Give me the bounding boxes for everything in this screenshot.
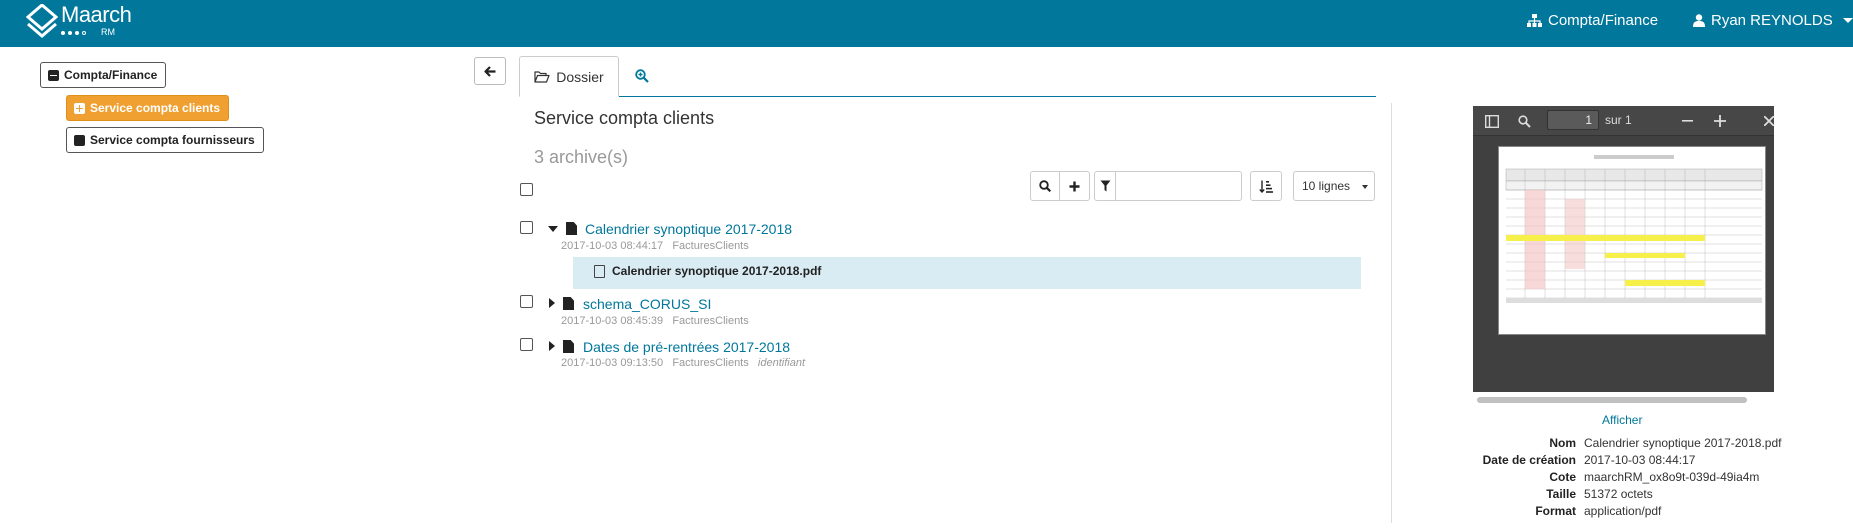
- details-values: Calendrier synoptique 2017-2018.pdf 2017…: [1584, 435, 1781, 520]
- tree-node-service-compta-fournisseurs[interactable]: Service compta fournisseurs: [66, 127, 264, 153]
- value-name: Calendrier synoptique 2017-2018.pdf: [1584, 436, 1782, 450]
- zoom-out-icon[interactable]: [1682, 120, 1693, 122]
- value-size: 51372 octets: [1584, 487, 1653, 501]
- tab-dossier[interactable]: Dossier: [519, 56, 619, 97]
- close-icon[interactable]: [1764, 116, 1774, 126]
- archive-date: 2017-10-03 09:13:50: [561, 357, 664, 369]
- archive-meta: 2017-10-03 09:13:50 FacturesClients iden…: [561, 357, 805, 369]
- caret-down-icon[interactable]: [548, 226, 558, 232]
- search-add-group: [1030, 171, 1090, 201]
- document-name[interactable]: Calendrier synoptique 2017-2018.pdf: [612, 264, 821, 278]
- chevron-down-icon: [1362, 185, 1368, 189]
- pdf-table-preview: [1505, 155, 1763, 303]
- lines-per-page-value: 10 lignes: [1302, 179, 1351, 193]
- viewer-horizontal-scrollbar[interactable]: [1477, 397, 1747, 403]
- value-cote: maarchRM_ox8o9t-039d-49ia4m: [1584, 470, 1760, 484]
- org-menu-label: Compta/Finance: [1548, 12, 1659, 29]
- label-name: Nom: [1549, 436, 1576, 450]
- archive-checkbox[interactable]: [520, 338, 533, 351]
- tab-search[interactable]: [635, 69, 649, 86]
- add-button[interactable]: [1060, 171, 1090, 201]
- logo-subtext: RM: [101, 27, 115, 37]
- filter-group: [1094, 171, 1242, 201]
- label-cote: Cote: [1549, 470, 1576, 484]
- value-created: 2017-10-03 08:44:17: [1584, 453, 1696, 467]
- archive-title-link[interactable]: schema_CORUS_SI: [583, 296, 711, 312]
- tree-node-label: Compta/Finance: [64, 68, 158, 82]
- file-icon: [563, 297, 574, 310]
- user-menu[interactable]: Ryan REYNOLDS: [1693, 12, 1853, 29]
- maarch-logo[interactable]: Maarch RM: [26, 2, 132, 38]
- archive-count: 3 archive(s): [534, 147, 629, 167]
- tabs-underline: [519, 96, 1376, 97]
- sort-amount-icon: [1259, 180, 1273, 193]
- tree-node-label: Service compta clients: [90, 101, 221, 115]
- caret-right-icon[interactable]: [549, 341, 555, 351]
- back-button[interactable]: [474, 57, 506, 85]
- archive-meta: 2017-10-03 08:45:39 FacturesClients: [561, 315, 749, 327]
- archive-checkbox[interactable]: [520, 295, 533, 308]
- details-labels: Nom Date de création Cote Taille Format: [1472, 435, 1576, 520]
- filter-icon: [1100, 180, 1110, 192]
- search-button[interactable]: [1030, 171, 1060, 201]
- tree-node-service-compta-clients[interactable]: Service compta clients: [66, 95, 230, 121]
- arrow-left-icon: [484, 65, 496, 77]
- tab-dossier-label: Dossier: [556, 68, 604, 85]
- pdf-page-thumbnail: [1498, 146, 1766, 335]
- zoom-in-icon[interactable]: [1714, 115, 1726, 127]
- file-icon: [566, 222, 577, 235]
- archive-profile: FacturesClients: [672, 315, 749, 327]
- expand-icon: [74, 102, 85, 114]
- label-created: Date de création: [1482, 453, 1576, 467]
- logo-text: Maarch: [61, 2, 132, 27]
- value-format: application/pdf: [1584, 504, 1662, 518]
- archive-profile: FacturesClients: [672, 240, 749, 252]
- square-icon: [74, 134, 85, 146]
- caret-right-icon[interactable]: [549, 298, 555, 308]
- user-icon: [1693, 14, 1705, 27]
- label-size: Taille: [1546, 487, 1576, 501]
- sitemap-icon: [1527, 14, 1542, 27]
- sidebar-toggle-icon[interactable]: [1485, 115, 1499, 128]
- archive-title-link[interactable]: Dates de pré-rentrées 2017-2018: [583, 339, 790, 355]
- tree-node-label: Service compta fournisseurs: [90, 133, 255, 147]
- filter-input[interactable]: [1116, 171, 1242, 201]
- archive-checkbox[interactable]: [520, 221, 533, 234]
- folder-title: Service compta clients: [534, 108, 715, 128]
- collapse-icon: [48, 69, 59, 81]
- archive-title-link[interactable]: Calendrier synoptique 2017-2018: [585, 221, 792, 237]
- chevron-down-icon: [1842, 18, 1853, 23]
- user-menu-label: Ryan REYNOLDS: [1711, 12, 1833, 29]
- label-format: Format: [1535, 504, 1576, 518]
- maarch-logo-icon: [26, 4, 58, 38]
- page-count: sur 1: [1605, 113, 1632, 127]
- page-number-input[interactable]: 1: [1547, 110, 1599, 130]
- file-o-icon: [594, 265, 605, 278]
- zoom-in-icon: [635, 69, 649, 83]
- search-icon[interactable]: [1518, 115, 1531, 128]
- archive-identifier: identifiant: [757, 357, 806, 369]
- pdf-toolbar: 1 sur 1: [1473, 106, 1774, 136]
- filter-button[interactable]: [1094, 171, 1116, 201]
- pdf-viewer[interactable]: 1 sur 1: [1473, 106, 1774, 392]
- plus-icon: [1069, 181, 1080, 191]
- tree-node-compta-finance[interactable]: Compta/Finance: [40, 62, 167, 88]
- archive-date: 2017-10-03 08:45:39: [561, 315, 664, 327]
- top-navbar: Maarch RM Compta/Finance Ryan REYNOLDS: [0, 0, 1853, 47]
- file-icon: [563, 340, 574, 353]
- lines-per-page-select[interactable]: 10 lignes: [1293, 171, 1375, 201]
- archive-date: 2017-10-03 08:44:17: [561, 240, 664, 252]
- show-document-link[interactable]: Afficher: [1602, 413, 1642, 427]
- select-all-checkbox[interactable]: [520, 183, 533, 196]
- panel-divider: [1391, 103, 1392, 523]
- sort-button[interactable]: [1250, 171, 1282, 201]
- archive-meta: 2017-10-03 08:44:17 FacturesClients: [561, 240, 749, 252]
- archive-profile: FacturesClients: [672, 357, 749, 369]
- org-menu[interactable]: Compta/Finance: [1527, 12, 1658, 29]
- folder-open-icon: [534, 70, 550, 83]
- search-icon: [1039, 180, 1051, 192]
